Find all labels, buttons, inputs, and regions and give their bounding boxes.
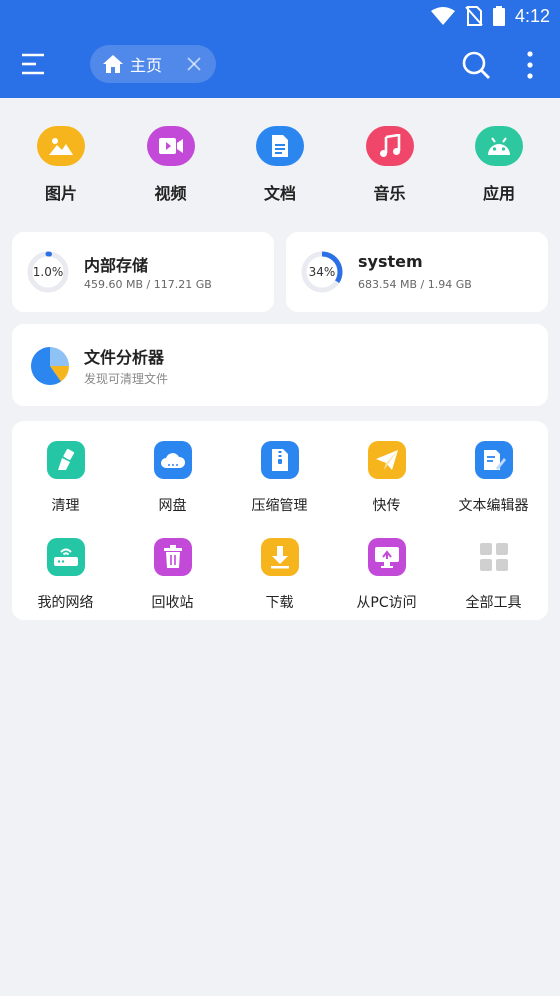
more-options-button[interactable] <box>518 49 542 81</box>
tab-home-label: 主页 <box>130 56 163 75</box>
cloud-icon <box>153 441 192 479</box>
search-icon <box>462 51 490 79</box>
video-icon <box>146 126 195 166</box>
close-tab-button[interactable] <box>186 56 202 72</box>
category-videos[interactable]: 视频 <box>124 126 218 206</box>
tool-my-network[interactable]: 我的网络 <box>12 538 119 620</box>
status-time: 4:12 <box>514 5 550 26</box>
status-icons: 4:12 <box>430 4 550 28</box>
tool-label: 快传 <box>372 498 401 514</box>
close-icon <box>187 57 201 71</box>
storage-card-internal[interactable]: 1.0% 内部存储 459.60 MB / 117.21 GB <box>12 232 274 312</box>
tool-label: 清理 <box>51 498 80 514</box>
menu-icon <box>22 53 44 75</box>
tool-label: 全部工具 <box>465 595 522 611</box>
storage-title: system <box>358 252 423 271</box>
tool-label: 压缩管理 <box>251 498 308 514</box>
category-label: 文档 <box>263 184 296 203</box>
tool-cloud[interactable]: 网盘 <box>119 441 226 523</box>
document-icon <box>256 126 304 166</box>
no-sim-icon <box>465 6 483 26</box>
analyzer-title: 文件分析器 <box>84 348 165 367</box>
tool-download[interactable]: 下载 <box>226 538 333 620</box>
category-label: 视频 <box>154 184 187 203</box>
category-documents[interactable]: 文档 <box>233 126 327 206</box>
tab-home[interactable]: 主页 <box>90 45 216 83</box>
music-icon <box>365 126 414 166</box>
category-row: 图片 视频 文档 音乐 应用 <box>0 126 560 206</box>
storage-percent: 34% <box>308 265 336 279</box>
tools-card: 清理 网盘 压缩管理 快传 文本编辑器 我的网络 回收站 下载 从PC访问 全部… <box>12 421 548 620</box>
storage-detail: 459.60 MB / 117.21 GB <box>84 278 212 291</box>
pie-chart-icon <box>31 347 69 385</box>
tool-label: 我的网络 <box>37 595 94 611</box>
tool-zip[interactable]: 压缩管理 <box>226 441 333 523</box>
image-icon <box>37 126 85 166</box>
category-images[interactable]: 图片 <box>14 126 108 206</box>
category-label: 图片 <box>44 184 77 203</box>
android-icon <box>475 126 523 166</box>
tool-label: 网盘 <box>158 498 187 514</box>
category-music[interactable]: 音乐 <box>343 126 437 206</box>
battery-icon <box>492 6 505 26</box>
tool-transfer[interactable]: 快传 <box>333 441 440 523</box>
storage-card-system[interactable]: 34% system 683.54 MB / 1.94 GB <box>286 232 548 312</box>
status-bar: 4:12 <box>0 0 560 32</box>
menu-button[interactable] <box>18 50 50 80</box>
pc-icon <box>367 538 406 576</box>
more-vert-icon <box>527 51 533 79</box>
router-icon <box>46 538 85 576</box>
search-button[interactable] <box>460 49 492 81</box>
tool-recycle-bin[interactable]: 回收站 <box>119 538 226 620</box>
category-label: 应用 <box>482 184 515 203</box>
broom-icon <box>46 441 85 479</box>
analyzer-subtitle: 发现可清理文件 <box>84 372 169 386</box>
tool-all-tools[interactable]: 全部工具 <box>440 538 547 620</box>
grid-icon <box>475 538 513 576</box>
tool-text-editor[interactable]: 文本编辑器 <box>440 441 547 523</box>
tool-label: 回收站 <box>151 595 194 611</box>
tool-label: 下载 <box>265 595 294 611</box>
download-icon <box>260 538 299 576</box>
category-apps[interactable]: 应用 <box>452 126 546 206</box>
tool-label: 从PC访问 <box>356 595 417 611</box>
storage-detail: 683.54 MB / 1.94 GB <box>358 278 472 291</box>
storage-title: 内部存储 <box>84 256 149 275</box>
home-icon <box>103 55 123 73</box>
tool-access-from-pc[interactable]: 从PC访问 <box>333 538 440 620</box>
category-label: 音乐 <box>373 184 406 203</box>
trash-icon <box>153 538 192 576</box>
zip-icon <box>260 441 299 479</box>
edit-icon <box>474 441 513 479</box>
app-bar: 主页 <box>0 32 560 98</box>
tool-clean[interactable]: 清理 <box>12 441 119 523</box>
send-icon <box>367 441 406 479</box>
wifi-icon <box>430 7 455 25</box>
storage-percent: 1.0% <box>32 265 64 279</box>
tool-label: 文本编辑器 <box>458 498 529 514</box>
file-analyzer-card[interactable]: 文件分析器 发现可清理文件 <box>12 324 548 406</box>
